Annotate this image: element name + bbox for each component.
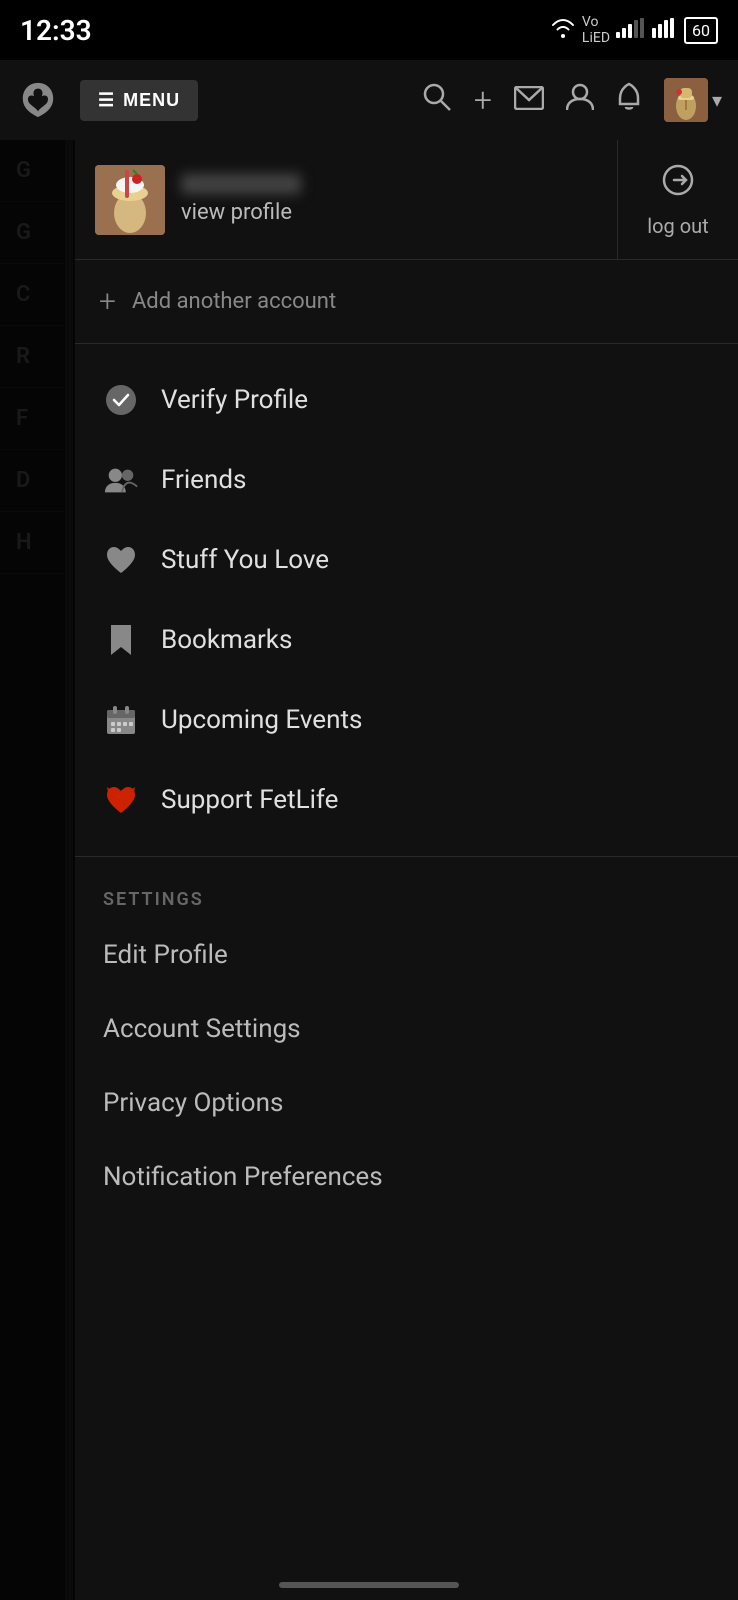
- friends-label: Friends: [161, 465, 246, 495]
- menu-item-friends[interactable]: Friends: [75, 440, 738, 520]
- settings-heading: SETTINGS: [75, 873, 738, 918]
- notification-prefs-label: Notification Preferences: [103, 1162, 383, 1192]
- drawer-overlay: view profile log out + Add another accou…: [0, 140, 738, 1600]
- notification-icon[interactable]: [616, 82, 642, 119]
- support-label: Support FetLife: [161, 785, 338, 815]
- bookmarks-label: Bookmarks: [161, 625, 292, 655]
- events-label: Upcoming Events: [161, 705, 362, 735]
- menu-button[interactable]: ☰ MENU: [80, 80, 198, 121]
- profile-icon[interactable]: [566, 82, 594, 119]
- profile-section: view profile log out: [75, 140, 738, 260]
- add-account-label: Add another account: [132, 289, 336, 314]
- calendar-icon: [103, 702, 139, 738]
- logout-label[interactable]: log out: [647, 214, 708, 238]
- search-icon[interactable]: [422, 82, 452, 119]
- menu-item-events[interactable]: Upcoming Events: [75, 680, 738, 760]
- add-account-icon: +: [99, 284, 116, 319]
- username-blurred: [181, 174, 301, 194]
- nav-avatar-image: [664, 78, 708, 122]
- verify-icon: [103, 382, 139, 418]
- profile-avatar: [95, 165, 165, 235]
- bookmark-icon: [103, 622, 139, 658]
- menu-item-verify[interactable]: Verify Profile: [75, 360, 738, 440]
- status-bar: 12:33 VoLiED: [0, 0, 738, 60]
- overlay-dim[interactable]: [0, 140, 75, 1600]
- support-heart-icon: [103, 782, 139, 818]
- menu-item-support[interactable]: Support FetLife: [75, 760, 738, 840]
- menu-item-stuffyoulove[interactable]: Stuff You Love: [75, 520, 738, 600]
- account-settings-label: Account Settings: [103, 1014, 301, 1044]
- network-indicator: VoLiED: [582, 14, 610, 46]
- user-avatar-nav[interactable]: ▾: [664, 78, 722, 122]
- battery-icon: 60: [684, 17, 718, 44]
- app-logo: [16, 78, 60, 122]
- menu-section: Verify Profile Friends: [75, 344, 738, 856]
- settings-item-edit-profile[interactable]: Edit Profile: [75, 918, 738, 992]
- status-time: 12:33: [20, 14, 92, 47]
- dropdown-arrow-icon: ▾: [712, 88, 722, 112]
- nav-bar: ☰ MENU +: [0, 60, 738, 140]
- hamburger-icon: ☰: [98, 90, 115, 111]
- add-icon[interactable]: +: [474, 81, 492, 119]
- settings-item-account[interactable]: Account Settings: [75, 992, 738, 1066]
- friends-icon: [103, 462, 139, 498]
- status-icons: VoLiED 60: [550, 14, 718, 46]
- nav-icons: +: [422, 78, 722, 122]
- edit-profile-label: Edit Profile: [103, 940, 228, 970]
- verify-label: Verify Profile: [161, 385, 308, 415]
- settings-item-notifications[interactable]: Notification Preferences: [75, 1140, 738, 1214]
- home-indicator: [279, 1582, 459, 1588]
- privacy-options-label: Privacy Options: [103, 1088, 283, 1118]
- settings-item-privacy[interactable]: Privacy Options: [75, 1066, 738, 1140]
- settings-section: SETTINGS Edit Profile Account Settings P…: [75, 856, 738, 1214]
- signal2-icon: [652, 18, 678, 43]
- view-profile-link[interactable]: view profile: [181, 200, 301, 225]
- wifi-icon: [550, 18, 576, 43]
- mail-icon[interactable]: [514, 84, 544, 117]
- menu-item-bookmarks[interactable]: Bookmarks: [75, 600, 738, 680]
- stuffyoulove-label: Stuff You Love: [161, 545, 329, 575]
- drawer-panel: view profile log out + Add another accou…: [75, 140, 738, 1600]
- profile-text: view profile: [181, 174, 301, 225]
- signal-icon: [616, 18, 646, 43]
- logout-section[interactable]: log out: [618, 140, 738, 259]
- profile-info[interactable]: view profile: [75, 140, 618, 259]
- heart-icon: [103, 542, 139, 578]
- add-account-row[interactable]: + Add another account: [75, 260, 738, 344]
- logout-icon: [660, 162, 696, 206]
